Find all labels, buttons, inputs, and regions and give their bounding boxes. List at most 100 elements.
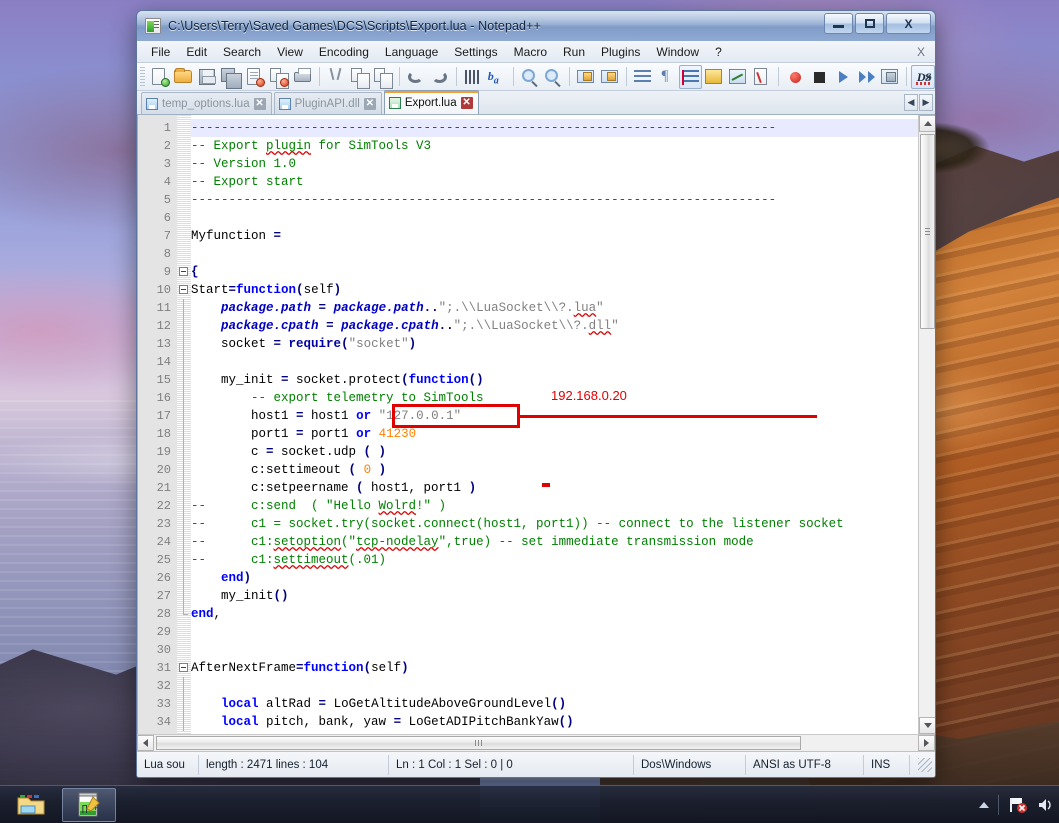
close-file-icon[interactable]: [243, 65, 267, 89]
code-text[interactable]: ----------------------------------------…: [191, 115, 935, 734]
scroll-left-button[interactable]: [137, 735, 154, 751]
zoom-out-icon[interactable]: [541, 65, 565, 89]
code-line[interactable]: -- Export plugin for SimTools V3: [191, 137, 935, 155]
fold-collapse-icon[interactable]: [179, 663, 188, 672]
save-macro-icon[interactable]: [878, 65, 902, 89]
code-line[interactable]: end): [191, 569, 935, 587]
menu-bar[interactable]: File Edit Search View Encoding Language …: [137, 41, 935, 63]
scroll-up-button[interactable]: [919, 115, 935, 132]
indent-guide-icon[interactable]: [678, 64, 703, 89]
code-line[interactable]: Myfunction =: [191, 227, 935, 245]
tab-pluginapi-dll[interactable]: PluginAPI.dll ✕: [273, 92, 382, 114]
menu-item-search[interactable]: Search: [215, 43, 269, 61]
tab-close-icon[interactable]: ✕: [460, 96, 473, 109]
horizontal-scrollbar[interactable]: [137, 734, 935, 751]
zoom-in-icon[interactable]: [518, 65, 542, 89]
show-hidden-icons-chevron[interactable]: [979, 801, 989, 808]
word-wrap-icon[interactable]: [631, 65, 655, 89]
code-folding-margin[interactable]: [177, 115, 191, 734]
code-line[interactable]: ----------------------------------------…: [191, 191, 935, 209]
menu-item-window[interactable]: Window: [648, 43, 707, 61]
code-line[interactable]: [191, 209, 935, 227]
code-line[interactable]: local altRad = LoGetAltitudeAboveGroundL…: [191, 695, 935, 713]
code-line[interactable]: package.path = package.path..";.\\LuaSoc…: [191, 299, 935, 317]
cut-icon[interactable]: [324, 65, 348, 89]
minimize-button[interactable]: [824, 13, 853, 34]
menu-item-language[interactable]: Language: [377, 43, 446, 61]
play-macro-icon[interactable]: [831, 65, 855, 89]
code-line[interactable]: -- Export start: [191, 173, 935, 191]
vertical-scrollbar[interactable]: [918, 115, 935, 734]
find-icon[interactable]: [461, 65, 485, 89]
resize-grip-icon[interactable]: [918, 757, 932, 772]
code-line[interactable]: c = socket.udp ( ): [191, 443, 935, 461]
code-line[interactable]: {: [191, 263, 935, 281]
menu-item-encoding[interactable]: Encoding: [311, 43, 377, 61]
run-macro-multiple-icon[interactable]: [854, 65, 878, 89]
menu-item-view[interactable]: View: [269, 43, 311, 61]
code-line[interactable]: c:settimeout ( 0 ): [191, 461, 935, 479]
code-line[interactable]: [191, 623, 935, 641]
code-line[interactable]: [191, 245, 935, 263]
code-line[interactable]: end,: [191, 605, 935, 623]
notepad-plus-plus-window[interactable]: C:\Users\Terry\Saved Games\DCS\Scripts\E…: [136, 10, 936, 778]
close-document-button[interactable]: X: [917, 45, 925, 59]
scroll-right-button[interactable]: [918, 735, 935, 751]
tab-scroll-right-icon[interactable]: ▶: [919, 94, 933, 111]
code-line[interactable]: local pitch, bank, yaw = LoGetADIPitchBa…: [191, 713, 935, 731]
fold-collapse-icon[interactable]: [179, 267, 188, 276]
taskbar-item-notepad-plus-plus[interactable]: ∏++: [62, 787, 116, 822]
print-icon[interactable]: [291, 65, 315, 89]
copy-icon[interactable]: [348, 65, 372, 89]
code-line[interactable]: AfterNextFrame=function(self): [191, 659, 935, 677]
system-tray[interactable]: [979, 794, 1059, 815]
taskbar-item-file-explorer[interactable]: [4, 788, 58, 822]
code-line[interactable]: Start=function(self): [191, 281, 935, 299]
save-all-icon[interactable]: [219, 65, 243, 89]
undo-icon[interactable]: [404, 65, 428, 89]
menu-item-help[interactable]: ?: [707, 43, 730, 61]
code-line[interactable]: c:setpeername ( host1, port1 ): [191, 479, 935, 497]
close-all-files-icon[interactable]: [267, 65, 291, 89]
tab-export-lua[interactable]: Export.lua ✕: [383, 90, 479, 114]
redo-icon[interactable]: [428, 65, 452, 89]
taskbar[interactable]: ∏++: [0, 785, 1059, 823]
menu-item-plugins[interactable]: Plugins: [593, 43, 648, 61]
maximize-button[interactable]: [855, 13, 884, 34]
code-line[interactable]: [191, 353, 935, 371]
code-line[interactable]: [191, 677, 935, 695]
code-line[interactable]: my_init(): [191, 587, 935, 605]
sync-horizontal-scroll-icon[interactable]: [598, 65, 622, 89]
tab-nav[interactable]: ◀ ▶: [904, 94, 933, 111]
toolbar-overflow-icon[interactable]: »: [925, 69, 932, 84]
toolbar[interactable]: ba ¶ DS »: [137, 63, 935, 91]
volume-icon[interactable]: [1037, 796, 1051, 814]
menu-item-edit[interactable]: Edit: [178, 43, 215, 61]
tab-close-icon[interactable]: ✕: [363, 97, 376, 110]
function-list-icon[interactable]: [750, 65, 774, 89]
paste-icon[interactable]: [371, 65, 395, 89]
vertical-scrollbar-thumb[interactable]: [920, 134, 935, 329]
code-editor[interactable]: 1 2 3 4 5 6 7 8 9 10 11 12 13 14 15 16 17 18 19 20 21 22 23 24 2…: [138, 115, 935, 734]
code-line[interactable]: socket = require("socket"): [191, 335, 935, 353]
scroll-down-button[interactable]: [919, 717, 935, 734]
horizontal-scrollbar-thumb[interactable]: [156, 736, 801, 750]
menu-item-file[interactable]: File: [143, 43, 178, 61]
toolbar-grip[interactable]: [140, 66, 145, 87]
tab-bar[interactable]: temp_options.lua ✕ PluginAPI.dll ✕ Expor…: [137, 90, 935, 115]
sync-vertical-scroll-icon[interactable]: [574, 65, 598, 89]
code-line[interactable]: package.cpath = package.cpath..";.\\LuaS…: [191, 317, 935, 335]
menu-item-macro[interactable]: Macro: [506, 43, 555, 61]
code-line[interactable]: [191, 641, 935, 659]
editor-area[interactable]: 1 2 3 4 5 6 7 8 9 10 11 12 13 14 15 16 17 18 19 20 21 22 23 24 2…: [137, 115, 935, 734]
code-line[interactable]: -- c1:setoption("tcp-nodelay",true) -- s…: [191, 533, 935, 551]
tab-scroll-left-icon[interactable]: ◀: [904, 94, 918, 111]
open-file-icon[interactable]: [172, 65, 196, 89]
window-controls[interactable]: X: [824, 13, 931, 34]
start-recording-icon[interactable]: [783, 65, 807, 89]
code-line[interactable]: -- c1:settimeout(.01): [191, 551, 935, 569]
code-line[interactable]: -- c:send ( "Hello Wolrd!" ): [191, 497, 935, 515]
code-line[interactable]: -- Version 1.0: [191, 155, 935, 173]
menu-item-run[interactable]: Run: [555, 43, 593, 61]
show-all-characters-icon[interactable]: ¶: [655, 65, 679, 89]
